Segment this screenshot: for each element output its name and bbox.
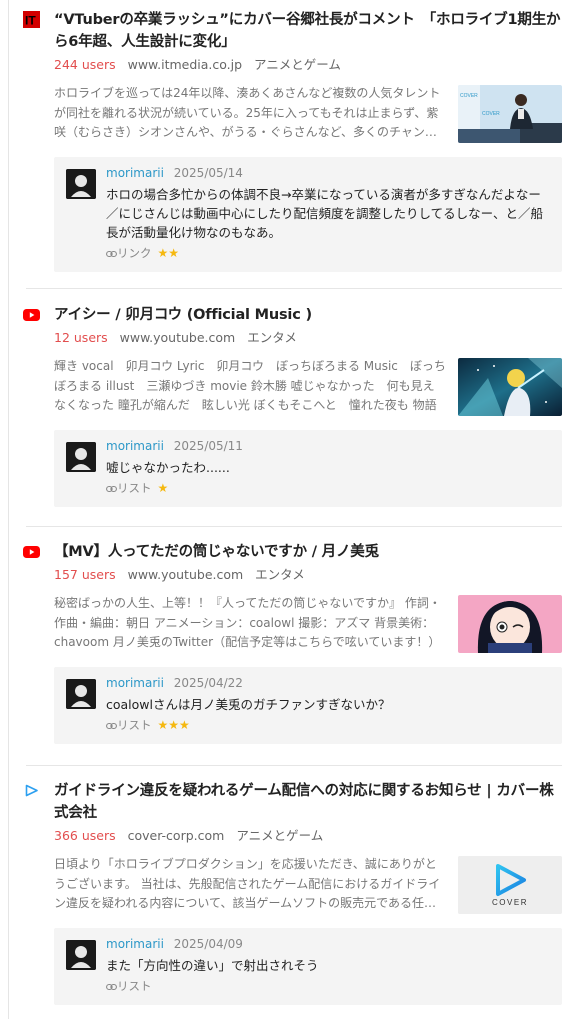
avatar[interactable] bbox=[66, 169, 96, 199]
user-comment: morimarii 2025/05/11 嘘じゃなかったわ...... リスト ★ bbox=[54, 430, 562, 507]
entry-meta: 366 users cover-corp.com アニメとゲーム bbox=[54, 827, 562, 845]
entry-title[interactable]: 【MV】人ってただの筒じゃないですか / 月ノ美兎 bbox=[54, 541, 562, 563]
entry-category[interactable]: エンタメ bbox=[247, 330, 297, 345]
star-rating[interactable]: ★ bbox=[158, 481, 169, 495]
bookmark-entry: IT “VTuberの卒業ラッシュ”にカバー谷郷社長がコメント 「ホロライブ1期… bbox=[23, 9, 562, 272]
comment-date[interactable]: 2025/04/22 bbox=[174, 676, 243, 690]
comment-text: ホロの場合多忙からの体調不良→卒業になっている演者が多すぎなんだよなー／にじさん… bbox=[106, 187, 544, 240]
avatar[interactable] bbox=[66, 679, 96, 709]
users-count[interactable]: 244 users bbox=[54, 57, 116, 72]
users-count[interactable]: 12 users bbox=[54, 330, 108, 345]
star-rating[interactable]: ★★★ bbox=[158, 718, 190, 732]
comment-username[interactable]: morimarii bbox=[106, 439, 164, 453]
svg-text:COVER: COVER bbox=[482, 111, 500, 117]
user-comment: morimarii 2025/04/09 また「方向性の違い」で射出されそう リ… bbox=[54, 928, 562, 1005]
entry-separator bbox=[26, 526, 562, 527]
entry-body: 日頃より「ホロライブプロダクション」を応援いただき、誠にありがとうございます。 … bbox=[54, 855, 562, 917]
comment-username[interactable]: morimarii bbox=[106, 676, 164, 690]
entry-meta: 12 users www.youtube.com エンタメ bbox=[54, 329, 562, 347]
comment-text: また「方向性の違い」で射出されそう bbox=[106, 958, 319, 973]
youtube-favicon-icon bbox=[23, 543, 40, 560]
comment-date[interactable]: 2025/04/09 bbox=[174, 937, 243, 951]
entry-title[interactable]: アイシー / 卯月コウ (Official Music ) bbox=[54, 304, 562, 326]
entry-separator bbox=[26, 765, 562, 766]
entry-meta: 157 users www.youtube.com エンタメ bbox=[54, 566, 562, 584]
entry-meta: 244 users www.itmedia.co.jp アニメとゲーム bbox=[54, 56, 562, 74]
youtube-favicon-icon bbox=[23, 306, 40, 323]
entry-title[interactable]: ガイドライン違反を疑われるゲーム配信への対応に関するお知らせ | カバー株式会社 bbox=[54, 780, 562, 824]
entry-domain[interactable]: www.itmedia.co.jp bbox=[128, 57, 242, 72]
entry-description: 輝き vocal 卯月コウ Lyric 卯月コウ ぼっちぼろまる Music ぼ… bbox=[54, 359, 446, 412]
entry-body: 輝き vocal 卯月コウ Lyric 卯月コウ ぼっちぼろまる Music ぼ… bbox=[54, 357, 562, 419]
thumbnail-brand-text: COVER bbox=[492, 898, 528, 907]
comment-tag[interactable]: リスト bbox=[117, 979, 152, 993]
entry-thumbnail[interactable]: COVER bbox=[458, 856, 562, 914]
entry-description: 日頃より「ホロライブプロダクション」を応援いただき、誠にありがとうございます。 … bbox=[54, 857, 441, 910]
left-divider bbox=[8, 0, 9, 1019]
entry-body: ホロライブを巡っては24年以降、湊あくあさんなど複数の人気タレントが同社を離れる… bbox=[54, 84, 562, 146]
entry-thumbnail[interactable] bbox=[458, 358, 562, 416]
users-count[interactable]: 157 users bbox=[54, 567, 116, 582]
entry-description: 秘密ばっかの人生、上等！！『人ってただの筒じゃないですか』 作詞・作曲・編曲：朝… bbox=[54, 596, 441, 649]
avatar[interactable] bbox=[66, 940, 96, 970]
link-icon bbox=[106, 246, 117, 262]
entry-category[interactable]: エンタメ bbox=[255, 567, 305, 582]
comment-tag[interactable]: リスト bbox=[117, 481, 152, 495]
entry-body: 秘密ばっかの人生、上等！！『人ってただの筒じゃないですか』 作詞・作曲・編曲：朝… bbox=[54, 594, 562, 656]
svg-text:COVER: COVER bbox=[460, 93, 478, 99]
comment-username[interactable]: morimarii bbox=[106, 166, 164, 180]
bookmark-entry: 【MV】人ってただの筒じゃないですか / 月ノ美兎 157 users www.… bbox=[23, 541, 562, 744]
svg-text:IT: IT bbox=[25, 14, 36, 28]
entry-thumbnail[interactable]: COVER COVER bbox=[458, 85, 562, 143]
entry-category[interactable]: アニメとゲーム bbox=[236, 828, 323, 843]
star-rating[interactable]: ★★ bbox=[158, 246, 180, 260]
entry-title[interactable]: “VTuberの卒業ラッシュ”にカバー谷郷社長がコメント 「ホロライブ1期生から… bbox=[54, 9, 562, 53]
users-count[interactable]: 366 users bbox=[54, 828, 116, 843]
entry-domain[interactable]: cover-corp.com bbox=[128, 828, 225, 843]
comment-username[interactable]: morimarii bbox=[106, 937, 164, 951]
cover-favicon-icon bbox=[23, 782, 40, 799]
user-comment: morimarii 2025/05/14 ホロの場合多忙からの体調不良→卒業にな… bbox=[54, 157, 562, 272]
comment-tag[interactable]: リンク bbox=[117, 246, 152, 260]
itmedia-favicon-icon: IT bbox=[23, 11, 40, 28]
entry-domain[interactable]: www.youtube.com bbox=[128, 567, 244, 582]
comment-text: 嘘じゃなかったわ...... bbox=[106, 460, 230, 475]
link-icon bbox=[106, 481, 117, 497]
entry-thumbnail[interactable] bbox=[458, 595, 562, 653]
entry-category[interactable]: アニメとゲーム bbox=[254, 57, 341, 72]
link-icon bbox=[106, 718, 117, 734]
entry-description: ホロライブを巡っては24年以降、湊あくあさんなど複数の人気タレントが同社を離れる… bbox=[54, 86, 441, 139]
comment-date[interactable]: 2025/05/14 bbox=[174, 166, 243, 180]
entry-domain[interactable]: www.youtube.com bbox=[120, 330, 236, 345]
comment-text: coalowlさんは月ノ美兎のガチファンすぎないか？ bbox=[106, 697, 391, 712]
user-comment: morimarii 2025/04/22 coalowlさんは月ノ美兎のガチファ… bbox=[54, 667, 562, 744]
link-icon bbox=[106, 979, 117, 995]
bookmark-entry: アイシー / 卯月コウ (Official Music ) 12 users w… bbox=[23, 304, 562, 507]
bookmark-entry: ガイドライン違反を疑われるゲーム配信への対応に関するお知らせ | カバー株式会社… bbox=[23, 780, 562, 1005]
comment-date[interactable]: 2025/05/11 bbox=[174, 439, 243, 453]
comment-tag[interactable]: リスト bbox=[117, 718, 152, 732]
avatar[interactable] bbox=[66, 442, 96, 472]
entry-separator bbox=[26, 288, 562, 289]
